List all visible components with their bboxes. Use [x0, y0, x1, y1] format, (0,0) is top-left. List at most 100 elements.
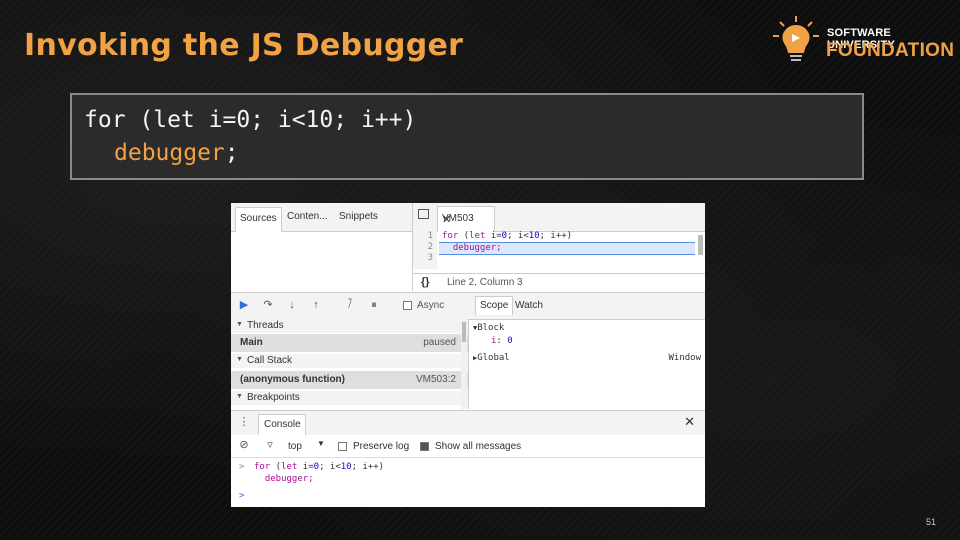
navigator-panel: Sources Conten... Snippets — [231, 203, 413, 291]
debugger-toolbar: ▶ ↷ ↓ ↑ ⧶ ⏸ Async — [231, 292, 469, 320]
file-tab-vm503[interactable]: VM503 ✕ — [437, 206, 495, 232]
token-text: ( — [458, 231, 470, 241]
step-out-icon[interactable]: ↑ — [309, 298, 323, 312]
call-stack-header[interactable]: ▼ Call Stack — [231, 354, 468, 368]
scope-watch-tabbar: Scope Watch — [469, 292, 705, 320]
line-number[interactable]: 3 — [413, 253, 437, 264]
show-all-messages-label: Show all messages — [435, 441, 522, 452]
scope-block-label: Block — [477, 323, 505, 333]
sidebar-scrollbar[interactable] — [461, 319, 467, 409]
close-icon[interactable]: ✕ — [442, 213, 451, 226]
source-editor: VM503 ✕ 1 2 3 for (let i=0; i<10; i++) d… — [413, 203, 705, 292]
scope-global-row[interactable]: ▶Global — [473, 353, 510, 363]
clear-console-icon[interactable]: ⊘ — [237, 438, 251, 452]
logo-line2: FOUNDATION — [826, 40, 955, 61]
call-frame-item[interactable]: (anonymous function) VM503:2 — [231, 371, 468, 389]
console-input-line1: for (let i=0; i<10; i++) — [254, 462, 384, 472]
lightbulb-icon — [773, 16, 819, 61]
debugger-keyword: debugger — [114, 140, 225, 166]
token-let: let — [281, 462, 298, 472]
breakpoints-header-label: Breakpoints — [247, 392, 300, 403]
close-drawer-icon[interactable]: ✕ — [684, 414, 695, 430]
tab-snippets[interactable]: Snippets — [339, 211, 378, 222]
toggle-navigator-icon[interactable] — [418, 209, 429, 219]
token-text: ; i< — [507, 231, 529, 241]
tab-sources[interactable]: Sources — [235, 207, 282, 232]
breakpoints-header[interactable]: ▼ Breakpoints — [231, 391, 468, 405]
token-number: 10 — [528, 231, 540, 241]
tab-scope[interactable]: Scope — [475, 296, 514, 315]
deactivate-breakpoints-icon[interactable]: ⧶ — [343, 298, 357, 312]
editor-tabbar: VM503 ✕ — [413, 203, 705, 232]
code-line-1: for (let i=0; i<10; i++) — [84, 107, 417, 133]
scope-global-value: Window — [668, 353, 701, 363]
preserve-log-checkbox[interactable] — [338, 442, 347, 451]
async-label: Async — [417, 300, 445, 311]
call-frame-location: VM503:2 — [415, 374, 456, 385]
token-text: ; i++) — [351, 462, 385, 472]
filter-icon[interactable]: ▿ — [263, 438, 277, 452]
chevron-down-icon[interactable]: ▼ — [317, 439, 325, 448]
call-frame-name: (anonymous function) — [240, 374, 345, 385]
token-for: for — [254, 462, 271, 472]
var-value: 0 — [507, 336, 513, 346]
token-for: for — [442, 231, 459, 241]
async-checkbox[interactable] — [403, 301, 412, 310]
softuni-logo: SOFTWARE UNIVERSITY FOUNDATION — [770, 14, 954, 74]
expand-triangle-icon: ▼ — [236, 356, 243, 363]
tab-watch[interactable]: Watch — [515, 300, 543, 311]
editor-line-1: for (let i=0; i<10; i++) — [439, 231, 695, 242]
page-number: 51 — [926, 517, 937, 527]
navigator-tabbar: Sources Conten... Snippets — [231, 203, 412, 232]
scope-pane: ▼Block i: 0 ▶Global Window — [469, 319, 705, 409]
more-tabs-icon[interactable]: ⋮ — [237, 415, 251, 429]
step-over-icon[interactable]: ↷ — [261, 298, 275, 312]
console-output[interactable]: > for (let i=0; i<10; i++) debugger; > — [231, 458, 705, 507]
console-input-line2: debugger; — [254, 474, 314, 484]
code-snippet-box: for (let i=0; i<10; i++) debugger; — [70, 93, 864, 180]
line-number[interactable]: 1 — [413, 231, 437, 242]
editor-scrollbar[interactable] — [698, 235, 703, 255]
tab-console[interactable]: Console — [258, 414, 306, 435]
show-all-messages-checkbox[interactable] — [420, 442, 429, 451]
resume-icon[interactable]: ▶ — [237, 298, 251, 312]
expand-triangle-icon: ▼ — [236, 393, 243, 400]
pause-exceptions-icon[interactable]: ⏸ — [367, 298, 381, 312]
thread-item-main[interactable]: Main paused — [231, 334, 468, 352]
code-area[interactable]: for (let i=0; i<10; i++) debugger; — [439, 231, 695, 269]
pretty-print-icon[interactable]: {} — [421, 276, 430, 288]
scope-global-label: Global — [477, 353, 510, 363]
cursor-position: Line 2, Column 3 — [447, 277, 523, 288]
token-number: 10 — [340, 462, 352, 472]
expand-triangle-icon: ▼ — [236, 321, 243, 328]
thread-name: Main — [240, 337, 263, 348]
context-selector[interactable]: top — [288, 441, 302, 452]
semicolon: ; — [224, 140, 239, 166]
devtools-window: Sources Conten... Snippets VM503 ✕ 1 2 3… — [231, 203, 705, 507]
token-text: ; i< — [319, 462, 341, 472]
editor-statusbar: {} Line 2, Column 3 — [413, 273, 705, 292]
call-stack-header-label: Call Stack — [247, 355, 293, 366]
token-let: let — [469, 231, 486, 241]
console-drawer-tabbar: ⋮ Console ✕ — [231, 410, 705, 436]
thread-status: paused — [423, 337, 456, 348]
editor-line-2-paused: debugger; — [439, 242, 695, 255]
console-tab-label: Console — [264, 419, 301, 430]
prompt-icon: > — [239, 462, 245, 472]
scope-variable-row: i: 0 — [491, 336, 513, 346]
line-gutter: 1 2 3 — [413, 231, 437, 269]
step-into-icon[interactable]: ↓ — [285, 298, 299, 312]
tab-content-scripts[interactable]: Conten... — [287, 211, 328, 222]
token-text: i= — [297, 462, 314, 472]
token-text: ; i++) — [539, 231, 573, 241]
editor-line-3 — [439, 255, 695, 266]
threads-header-label: Threads — [247, 320, 284, 331]
threads-header[interactable]: ▼ Threads — [231, 319, 468, 333]
console-toolbar: ⊘ ▿ top ▼ Preserve log Show all messages — [231, 435, 705, 458]
console-prompt-icon[interactable]: > — [239, 491, 244, 501]
line-number[interactable]: 2 — [413, 242, 437, 253]
slide-title: Invoking the JS Debugger — [24, 28, 464, 63]
scope-block-row[interactable]: ▼Block — [473, 323, 504, 333]
debugger-sidebar: ▼ Threads Main paused ▼ Call Stack (anon… — [231, 319, 469, 409]
preserve-log-label: Preserve log — [353, 441, 410, 452]
